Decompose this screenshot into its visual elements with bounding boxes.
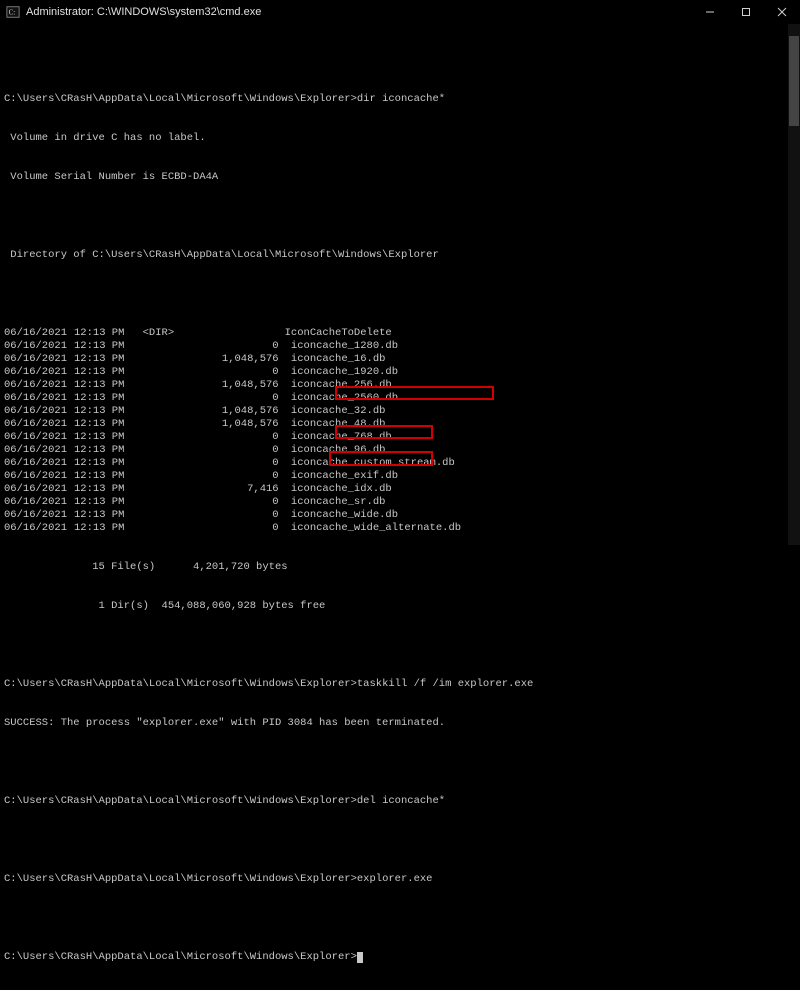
terminal-area[interactable]: C:\Users\CRasH\AppData\Local\Microsoft\W… bbox=[0, 24, 800, 545]
dir-entry: 06/16/202112:13 PM 0 iconcache_wide.db bbox=[4, 509, 800, 522]
svg-text:C:: C: bbox=[9, 9, 16, 17]
dir-entry: 06/16/202112:13 PM 0 iconcache_1280.db bbox=[4, 340, 800, 353]
window-controls bbox=[692, 0, 800, 24]
window-title: Administrator: C:\WINDOWS\system32\cmd.e… bbox=[26, 6, 692, 18]
dir-entry: 06/16/202112:13 PM 1,048,576 iconcache_1… bbox=[4, 353, 800, 366]
dir-entry: 06/16/202112:13 PM 0 iconcache_2560.db bbox=[4, 392, 800, 405]
maximize-button[interactable] bbox=[728, 0, 764, 24]
minimize-button[interactable] bbox=[692, 0, 728, 24]
scrollbar-track[interactable] bbox=[788, 24, 800, 545]
scrollbar-thumb[interactable] bbox=[789, 36, 799, 126]
serial-line: Volume Serial Number is ECBD-DA4A bbox=[4, 171, 800, 184]
dir-entry: 06/16/202112:13 PM 0 iconcache_768.db bbox=[4, 431, 800, 444]
dir-entry: 06/16/202112:13 PM 1,048,576 iconcache_4… bbox=[4, 418, 800, 431]
window-titlebar: C: Administrator: C:\WINDOWS\system32\cm… bbox=[0, 0, 800, 24]
dir-entry: 06/16/202112:13 PM 1,048,576 iconcache_3… bbox=[4, 405, 800, 418]
dir-entry: 06/16/202112:13 PM 7,416 iconcache_idx.d… bbox=[4, 483, 800, 496]
command-dir: dir iconcache* bbox=[357, 93, 445, 105]
prompt-path: C:\Users\CRasH\AppData\Local\Microsoft\W… bbox=[4, 93, 351, 105]
dir-entry: 06/16/202112:13 PM 0 iconcache_96.db bbox=[4, 444, 800, 457]
text-cursor bbox=[357, 952, 363, 963]
dir-entry: 06/16/202112:13 PM 0 iconcache_exif.db bbox=[4, 470, 800, 483]
terminal-output: C:\Users\CRasH\AppData\Local\Microsoft\W… bbox=[0, 24, 800, 990]
cmd-icon: C: bbox=[6, 5, 20, 19]
dir-entry: 06/16/202112:13 PM <DIR>IconCacheToDelet… bbox=[4, 327, 800, 340]
dir-entry: 06/16/202112:13 PM 0 iconcache_wide_alte… bbox=[4, 522, 800, 535]
directory-listing: 06/16/202112:13 PM <DIR>IconCacheToDelet… bbox=[4, 327, 800, 535]
command-del: del iconcache* bbox=[357, 795, 445, 807]
volume-line: Volume in drive C has no label. bbox=[4, 132, 800, 145]
dir-entry: 06/16/202112:13 PM 0 iconcache_1920.db bbox=[4, 366, 800, 379]
dir-entry: 06/16/202112:13 PM 0 iconcache_sr.db bbox=[4, 496, 800, 509]
directory-of-line: Directory of C:\Users\CRasH\AppData\Loca… bbox=[4, 249, 800, 262]
dir-entry: 06/16/202112:13 PM 1,048,576 iconcache_2… bbox=[4, 379, 800, 392]
summary-files: 15 File(s) 4,201,720 bytes bbox=[4, 561, 800, 574]
dir-entry: 06/16/202112:13 PM 0 iconcache_custom_st… bbox=[4, 457, 800, 470]
summary-dirs: 1 Dir(s) 454,088,060,928 bytes free bbox=[4, 600, 800, 613]
taskkill-result: SUCCESS: The process "explorer.exe" with… bbox=[4, 717, 800, 730]
command-taskkill: taskkill /f /im explorer.exe bbox=[357, 678, 533, 690]
command-explorer: r>explorer.exe bbox=[344, 873, 432, 885]
close-button[interactable] bbox=[764, 0, 800, 24]
